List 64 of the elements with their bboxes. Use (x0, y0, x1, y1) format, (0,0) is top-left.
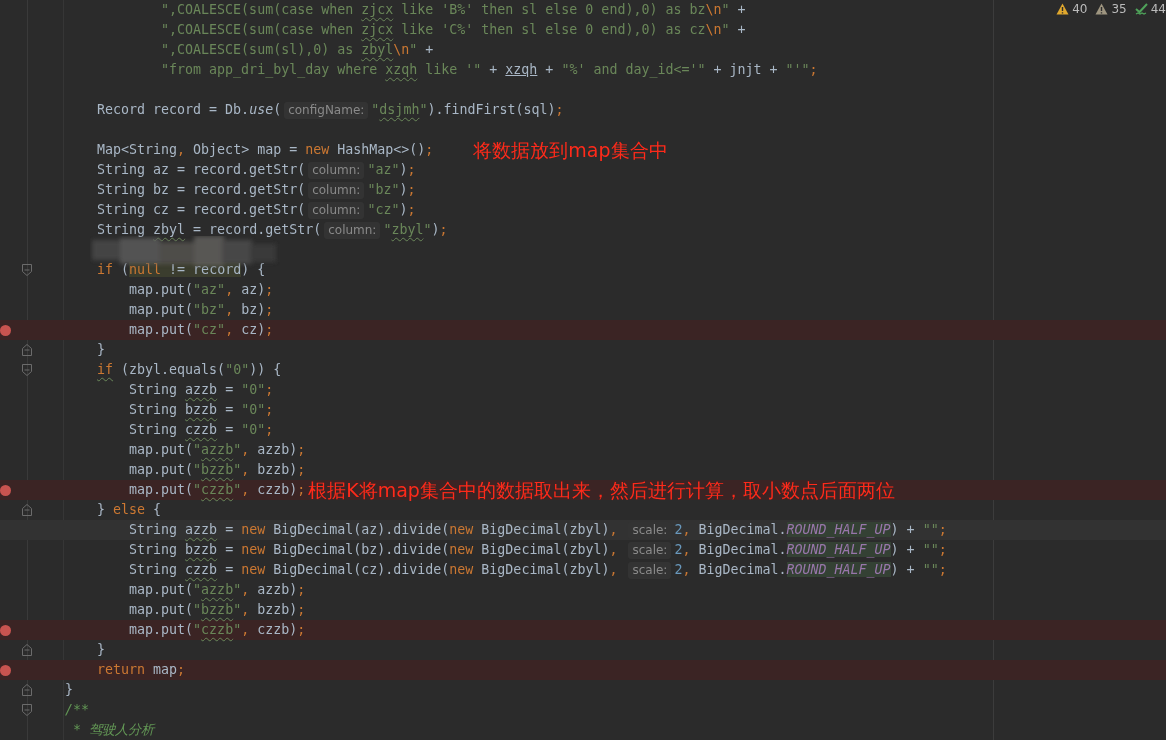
fold-icon[interactable] (22, 364, 32, 376)
fold-icon[interactable] (22, 504, 32, 516)
code-text: ",COALESCE(sum(case when zjcx like 'B%' then sl else 0 end),0) as bz\n" + (160, 1, 746, 19)
fold-icon[interactable] (22, 704, 32, 716)
code-text: "bz"); (367, 181, 416, 199)
code-text: String bz = record.getStr( (96, 181, 306, 199)
parameter-hint: scale: (628, 541, 672, 559)
code-text: } (96, 641, 106, 659)
parameter-hint: column: (308, 201, 365, 219)
code-text: map.put("az", az); (128, 281, 274, 299)
fold-icon[interactable] (22, 684, 32, 696)
code-text: String azzb = "0"; (128, 381, 274, 399)
inspection-count[interactable]: 40 (1056, 2, 1088, 16)
code-text: "cz"); (367, 201, 416, 219)
code-text: map.put("azzb", azzb); (128, 581, 306, 599)
code-text: 2, BigDecimal.ROUND_HALF_UP) + ""; (674, 541, 947, 560)
code-text: map.put("czzb", czzb); (128, 621, 306, 639)
breakpoint-icon[interactable] (0, 665, 11, 676)
parameter-hint: column: (324, 221, 381, 239)
code-text: String zbyl = record.getStr( (96, 221, 322, 239)
code-text: Record record = Db.use( (96, 101, 282, 119)
fold-icon[interactable] (22, 264, 32, 276)
fold-icon[interactable] (22, 644, 32, 656)
code-text: "az"); (367, 161, 416, 179)
breakpoint-icon[interactable] (0, 625, 11, 636)
code-text: "from app_dri_byl_day where xzqh like '" + xzqh + "%' and day_id<='" + jnjt + "'"; (160, 61, 818, 80)
code-text: } (96, 341, 106, 359)
code-text: map.put("bz", bz); (128, 301, 274, 319)
parameter-hint: scale: (628, 561, 672, 579)
inspection-count[interactable]: 44 (1134, 2, 1166, 16)
code-text: return map; (96, 661, 186, 679)
code-text: map.put("czzb", czzb); (128, 481, 306, 499)
breakpoint-icon[interactable] (0, 485, 11, 496)
code-text: String az = record.getStr( (96, 161, 306, 179)
annotation-text: 将数据放到map集合中 (473, 140, 668, 160)
code-text: map.put("cz", cz); (128, 321, 274, 339)
code-text: Map<String, Object> map = new HashMap<>(); (96, 141, 434, 159)
parameter-hint: configName: (284, 101, 369, 119)
code-text: ",COALESCE(sum(case when zjcx like 'C%' then sl else 0 end),0) as cz\n" + (160, 21, 746, 39)
code-text: * 驾驶人分析 (72, 721, 155, 739)
code-text: /** (65, 701, 90, 719)
code-text: String bzzb = new BigDecimal(bz).divide(new BigDecimal(zbyl), (128, 541, 619, 559)
code-text: ",COALESCE(sum(sl),0) as zbyl\n" + (160, 41, 434, 59)
code-text: map.put("azzb", azzb); (128, 441, 306, 459)
code-text: String cz = record.getStr( (96, 201, 306, 219)
code-text: String czzb = "0"; (128, 421, 274, 439)
code-text: map.put("bzzb", bzzb); (128, 461, 306, 479)
code-text: } (65, 681, 73, 699)
code-text: 2, BigDecimal.ROUND_HALF_UP) + ""; (674, 521, 947, 540)
code-text: String bzzb = "0"; (128, 401, 274, 419)
code-text: "zbyl"); (383, 221, 448, 239)
parameter-hint: column: (308, 161, 365, 179)
inspection-count[interactable]: 35 (1095, 2, 1127, 16)
code-text: 2, BigDecimal.ROUND_HALF_UP) + ""; (674, 561, 947, 580)
code-text: if (zbyl.equals("0")) { (96, 361, 282, 379)
annotation-text: 根据K将map集合中的数据取出来，然后进行计算，取小数点后面两位 (308, 480, 895, 500)
code-text: } else { (96, 501, 162, 519)
code-text: "dsjmh").findFirst(sql); (371, 101, 564, 119)
parameter-hint: column: (308, 181, 365, 199)
fold-icon[interactable] (22, 344, 32, 356)
breakpoint-icon[interactable] (0, 325, 11, 336)
code-text: map.put("bzzb", bzzb); (128, 601, 306, 619)
code-text: String czzb = new BigDecimal(cz).divide(new BigDecimal(zbyl), (128, 561, 619, 579)
code-text: String azzb = new BigDecimal(az).divide(new BigDecimal(zbyl), (128, 521, 619, 539)
